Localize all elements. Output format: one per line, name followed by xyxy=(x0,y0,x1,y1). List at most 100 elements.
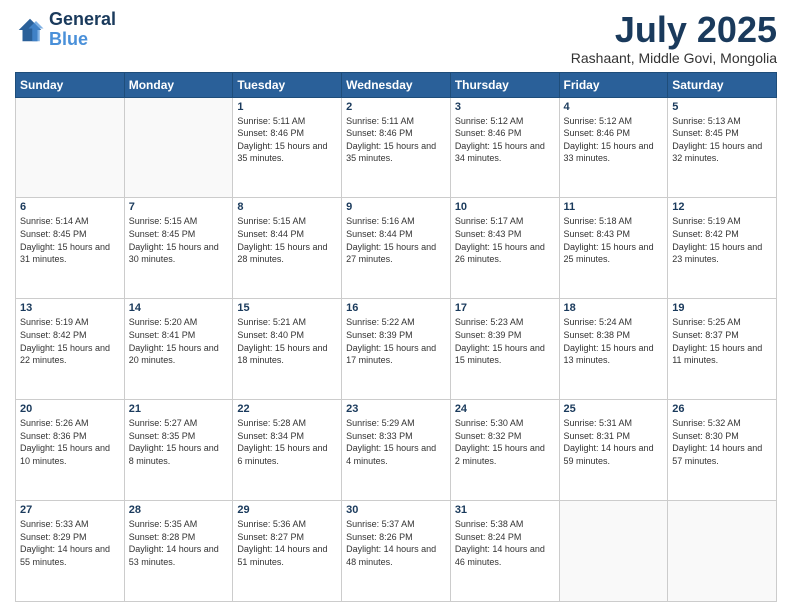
daylight-text: Daylight: 14 hours and xyxy=(455,543,555,556)
header: General Blue July 2025 Rashaant, Middle … xyxy=(15,10,777,66)
sunrise-text: Sunrise: 5:37 AM xyxy=(346,518,446,531)
sunset-text: Sunset: 8:46 PM xyxy=(455,127,555,140)
calendar-cell: 8Sunrise: 5:15 AMSunset: 8:44 PMDaylight… xyxy=(233,198,342,299)
calendar-cell: 9Sunrise: 5:16 AMSunset: 8:44 PMDaylight… xyxy=(342,198,451,299)
sunrise-text: Sunrise: 5:23 AM xyxy=(455,316,555,329)
sunset-text: Sunset: 8:33 PM xyxy=(346,430,446,443)
daylight-text-cont: 17 minutes. xyxy=(346,354,446,367)
calendar-cell: 1Sunrise: 5:11 AMSunset: 8:46 PMDaylight… xyxy=(233,97,342,198)
subtitle: Rashaant, Middle Govi, Mongolia xyxy=(571,50,777,66)
sunset-text: Sunset: 8:35 PM xyxy=(129,430,229,443)
daylight-text: Daylight: 15 hours and xyxy=(129,241,229,254)
sunrise-text: Sunrise: 5:38 AM xyxy=(455,518,555,531)
day-number: 21 xyxy=(129,403,229,415)
sunset-text: Sunset: 8:46 PM xyxy=(346,127,446,140)
daylight-text: Daylight: 15 hours and xyxy=(346,241,446,254)
daylight-text: Daylight: 14 hours and xyxy=(672,442,772,455)
column-header-wednesday: Wednesday xyxy=(342,72,451,97)
calendar-cell: 27Sunrise: 5:33 AMSunset: 8:29 PMDayligh… xyxy=(16,501,125,602)
calendar-cell: 7Sunrise: 5:15 AMSunset: 8:45 PMDaylight… xyxy=(124,198,233,299)
daylight-text-cont: 51 minutes. xyxy=(237,556,337,569)
logo-icon xyxy=(15,15,45,45)
day-number: 12 xyxy=(672,201,772,213)
daylight-text: Daylight: 15 hours and xyxy=(237,342,337,355)
daylight-text-cont: 48 minutes. xyxy=(346,556,446,569)
main-title: July 2025 xyxy=(571,10,777,50)
sunrise-text: Sunrise: 5:15 AM xyxy=(237,215,337,228)
daylight-text-cont: 20 minutes. xyxy=(129,354,229,367)
calendar-cell: 22Sunrise: 5:28 AMSunset: 8:34 PMDayligh… xyxy=(233,400,342,501)
calendar-cell: 18Sunrise: 5:24 AMSunset: 8:38 PMDayligh… xyxy=(559,299,668,400)
daylight-text-cont: 18 minutes. xyxy=(237,354,337,367)
sunset-text: Sunset: 8:46 PM xyxy=(237,127,337,140)
calendar-cell xyxy=(668,501,777,602)
calendar-cell: 17Sunrise: 5:23 AMSunset: 8:39 PMDayligh… xyxy=(450,299,559,400)
calendar-cell: 23Sunrise: 5:29 AMSunset: 8:33 PMDayligh… xyxy=(342,400,451,501)
day-number: 5 xyxy=(672,101,772,113)
column-header-friday: Friday xyxy=(559,72,668,97)
daylight-text-cont: 28 minutes. xyxy=(237,253,337,266)
sunset-text: Sunset: 8:39 PM xyxy=(346,329,446,342)
sunset-text: Sunset: 8:36 PM xyxy=(20,430,120,443)
calendar-header-row: SundayMondayTuesdayWednesdayThursdayFrid… xyxy=(16,72,777,97)
daylight-text: Daylight: 14 hours and xyxy=(20,543,120,556)
daylight-text: Daylight: 15 hours and xyxy=(672,140,772,153)
daylight-text: Daylight: 15 hours and xyxy=(20,342,120,355)
sunrise-text: Sunrise: 5:20 AM xyxy=(129,316,229,329)
daylight-text-cont: 59 minutes. xyxy=(564,455,664,468)
sunset-text: Sunset: 8:28 PM xyxy=(129,531,229,544)
day-number: 29 xyxy=(237,504,337,516)
logo-text: General Blue xyxy=(49,10,116,50)
daylight-text-cont: 8 minutes. xyxy=(129,455,229,468)
daylight-text: Daylight: 15 hours and xyxy=(455,241,555,254)
day-number: 27 xyxy=(20,504,120,516)
sunset-text: Sunset: 8:40 PM xyxy=(237,329,337,342)
sunrise-text: Sunrise: 5:21 AM xyxy=(237,316,337,329)
sunset-text: Sunset: 8:45 PM xyxy=(672,127,772,140)
calendar-cell: 2Sunrise: 5:11 AMSunset: 8:46 PMDaylight… xyxy=(342,97,451,198)
day-number: 18 xyxy=(564,302,664,314)
sunset-text: Sunset: 8:24 PM xyxy=(455,531,555,544)
calendar-cell xyxy=(559,501,668,602)
week-row-2: 13Sunrise: 5:19 AMSunset: 8:42 PMDayligh… xyxy=(16,299,777,400)
daylight-text: Daylight: 14 hours and xyxy=(346,543,446,556)
sunset-text: Sunset: 8:41 PM xyxy=(129,329,229,342)
calendar-table: SundayMondayTuesdayWednesdayThursdayFrid… xyxy=(15,72,777,602)
calendar-cell: 29Sunrise: 5:36 AMSunset: 8:27 PMDayligh… xyxy=(233,501,342,602)
title-block: July 2025 Rashaant, Middle Govi, Mongoli… xyxy=(571,10,777,66)
calendar-cell: 13Sunrise: 5:19 AMSunset: 8:42 PMDayligh… xyxy=(16,299,125,400)
daylight-text: Daylight: 15 hours and xyxy=(564,140,664,153)
daylight-text-cont: 25 minutes. xyxy=(564,253,664,266)
sunset-text: Sunset: 8:45 PM xyxy=(20,228,120,241)
sunset-text: Sunset: 8:32 PM xyxy=(455,430,555,443)
daylight-text: Daylight: 15 hours and xyxy=(672,342,772,355)
calendar-cell: 15 Sunrise: 5:21 AMSunset: 8:40 PMDayligh… xyxy=(233,299,342,400)
calendar-cell: 11Sunrise: 5:18 AMSunset: 8:43 PMDayligh… xyxy=(559,198,668,299)
day-number: 2 xyxy=(346,101,446,113)
week-row-0: 1Sunrise: 5:11 AMSunset: 8:46 PMDaylight… xyxy=(16,97,777,198)
sunrise-text: Sunrise: 5:30 AM xyxy=(455,417,555,430)
day-number: 15 xyxy=(237,302,337,314)
column-header-tuesday: Tuesday xyxy=(233,72,342,97)
sunrise-text: Sunrise: 5:25 AM xyxy=(672,316,772,329)
sunset-text: Sunset: 8:30 PM xyxy=(672,430,772,443)
day-number: 20 xyxy=(20,403,120,415)
daylight-text-cont: 13 minutes. xyxy=(564,354,664,367)
sunset-text: Sunset: 8:42 PM xyxy=(672,228,772,241)
daylight-text: Daylight: 15 hours and xyxy=(20,442,120,455)
calendar-cell xyxy=(124,97,233,198)
sunrise-text: Sunrise: 5:31 AM xyxy=(564,417,664,430)
daylight-text-cont: 57 minutes. xyxy=(672,455,772,468)
day-number: 11 xyxy=(564,201,664,213)
sunrise-text: Sunrise: 5:27 AM xyxy=(129,417,229,430)
calendar-cell: 10Sunrise: 5:17 AMSunset: 8:43 PMDayligh… xyxy=(450,198,559,299)
sunrise-text: Sunrise: 5:11 AM xyxy=(237,115,337,128)
sunrise-text: Sunrise: 5:28 AM xyxy=(237,417,337,430)
daylight-text: Daylight: 15 hours and xyxy=(346,442,446,455)
calendar-cell: 28Sunrise: 5:35 AMSunset: 8:28 PMDayligh… xyxy=(124,501,233,602)
sunset-text: Sunset: 8:44 PM xyxy=(237,228,337,241)
daylight-text-cont: 55 minutes. xyxy=(20,556,120,569)
daylight-text: Daylight: 15 hours and xyxy=(237,241,337,254)
day-number: 25 xyxy=(564,403,664,415)
calendar-cell: 19Sunrise: 5:25 AMSunset: 8:37 PMDayligh… xyxy=(668,299,777,400)
